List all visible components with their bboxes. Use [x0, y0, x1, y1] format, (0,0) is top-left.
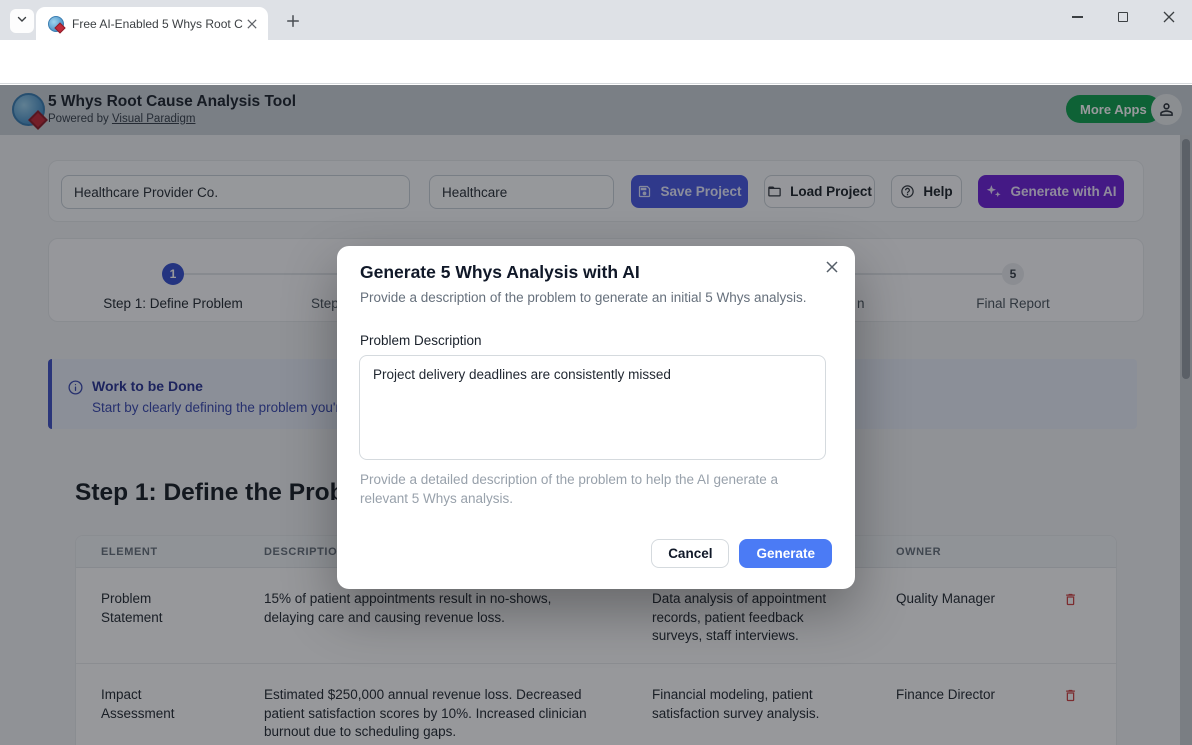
- tab-strip: Free AI-Enabled 5 Whys Root C: [0, 0, 1192, 40]
- site-favicon-icon: [48, 16, 64, 32]
- minimize-button[interactable]: [1054, 0, 1100, 34]
- cancel-button[interactable]: Cancel: [651, 539, 729, 568]
- dialog-close-button[interactable]: [822, 257, 842, 277]
- close-window-button[interactable]: [1146, 0, 1192, 34]
- dialog-subtitle: Provide a description of the problem to …: [360, 290, 807, 305]
- tab-close-icon[interactable]: [244, 16, 260, 32]
- close-icon: [825, 260, 839, 274]
- maximize-icon: [1118, 12, 1128, 22]
- maximize-button[interactable]: [1100, 0, 1146, 34]
- tab-search-button[interactable]: [10, 9, 34, 33]
- window-controls: [1054, 0, 1192, 34]
- browser-window: Free AI-Enabled 5 Whys Root C: [0, 0, 1192, 745]
- dialog-title: Generate 5 Whys Analysis with AI: [360, 262, 640, 283]
- generate-ai-dialog: Generate 5 Whys Analysis with AI Provide…: [337, 246, 855, 589]
- problem-description-label: Problem Description: [360, 333, 482, 348]
- problem-description-textarea[interactable]: Project delivery deadlines are consisten…: [359, 355, 826, 460]
- tab-title: Free AI-Enabled 5 Whys Root C: [72, 17, 244, 31]
- browser-toolbar: ai-toolbox.visual-paradigm.com/app/5-why…: [0, 40, 1192, 84]
- generate-button[interactable]: Generate: [739, 539, 832, 568]
- close-icon: [1163, 11, 1175, 23]
- dialog-footer: Cancel Generate: [651, 539, 832, 568]
- minimize-icon: [1072, 16, 1083, 18]
- chevron-down-icon: [15, 12, 29, 31]
- dialog-helper-text: Provide a detailed description of the pr…: [360, 470, 805, 508]
- new-tab-button[interactable]: [282, 10, 304, 32]
- browser-tab[interactable]: Free AI-Enabled 5 Whys Root C: [36, 7, 268, 40]
